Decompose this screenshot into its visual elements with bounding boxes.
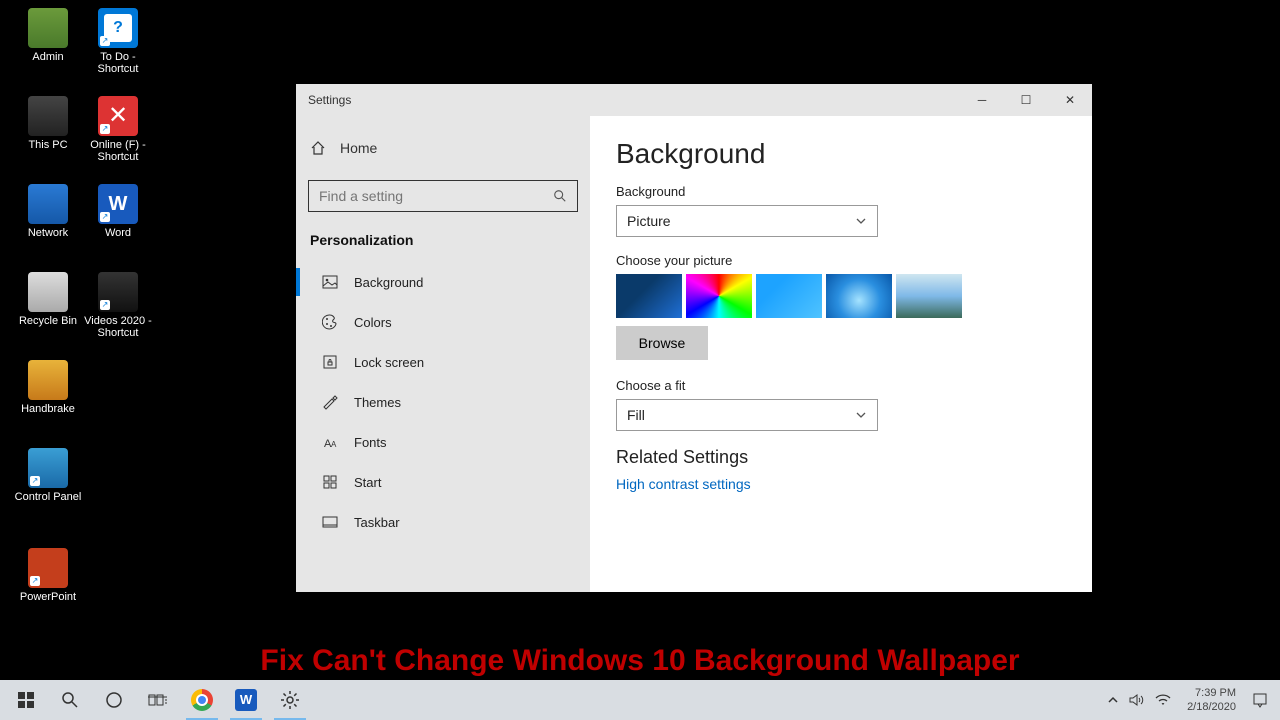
clock-date: 2/18/2020 [1187, 700, 1236, 714]
desktop-icon-network[interactable]: Network [14, 184, 82, 239]
wifi-icon[interactable] [1155, 693, 1171, 707]
notifications-icon[interactable] [1252, 692, 1268, 708]
fit-dropdown[interactable]: Fill [616, 399, 878, 431]
sidebar-item-label: Start [354, 475, 381, 490]
background-label: Background [616, 184, 1066, 199]
desktop-icon-videos[interactable]: ↗Videos 2020 - Shortcut [84, 272, 152, 339]
sidebar-items: Background Colors Lock screen Themes AA F… [308, 262, 578, 542]
cortana-button[interactable] [92, 680, 136, 720]
sidebar-item-label: Background [354, 275, 423, 290]
desktop-icon-recycle-bin[interactable]: Recycle Bin [14, 272, 82, 327]
desktop-icon-word[interactable]: W↗Word [84, 184, 152, 239]
desktop-icon-handbrake[interactable]: Handbrake [14, 360, 82, 415]
sidebar-home[interactable]: Home [308, 134, 578, 162]
search-input[interactable] [308, 180, 578, 212]
task-view-button[interactable] [136, 680, 180, 720]
search-field[interactable] [319, 188, 553, 204]
taskbar-icon [322, 514, 338, 530]
volume-icon[interactable] [1129, 693, 1145, 707]
page-title: Background [616, 138, 1066, 170]
desktop-icon-this-pc[interactable]: This PC [14, 96, 82, 151]
desktop-icon-admin[interactable]: Admin [14, 8, 82, 63]
svg-text:A: A [331, 440, 337, 449]
picture-thumb[interactable] [896, 274, 962, 318]
sidebar-home-label: Home [340, 140, 377, 156]
sidebar-item-taskbar[interactable]: Taskbar [308, 502, 578, 542]
search-button[interactable] [48, 680, 92, 720]
desktop-icon-todo[interactable]: ?↗To Do - Shortcut [84, 8, 152, 75]
palette-icon [322, 314, 338, 330]
start-icon [322, 474, 338, 490]
desktop-icon-powerpoint[interactable]: ↗PowerPoint [14, 548, 82, 603]
sidebar-item-start[interactable]: Start [308, 462, 578, 502]
minimize-button[interactable]: ─ [960, 84, 1004, 116]
taskbar-settings[interactable] [268, 680, 312, 720]
fit-value: Fill [627, 407, 645, 423]
taskbar: W 7:39 PM 2/18/2020 [0, 680, 1280, 720]
settings-content: Background Background Picture Choose you… [590, 116, 1092, 592]
sidebar-item-label: Fonts [354, 435, 387, 450]
picture-thumb[interactable] [826, 274, 892, 318]
high-contrast-link[interactable]: High contrast settings [616, 476, 1066, 492]
background-value: Picture [627, 213, 671, 229]
sidebar-item-fonts[interactable]: AA Fonts [308, 422, 578, 462]
chevron-down-icon [855, 215, 867, 227]
fit-label: Choose a fit [616, 378, 1066, 393]
lockscreen-icon [322, 354, 338, 370]
window-title: Settings [308, 93, 351, 107]
picture-thumbnails [616, 274, 1066, 318]
close-button[interactable]: ✕ [1048, 84, 1092, 116]
sidebar-item-lockscreen[interactable]: Lock screen [308, 342, 578, 382]
picture-thumb[interactable] [616, 274, 682, 318]
sidebar-item-label: Taskbar [354, 515, 400, 530]
search-icon [553, 189, 567, 203]
titlebar: Settings ─ ☐ ✕ [296, 84, 1092, 116]
sidebar-item-label: Lock screen [354, 355, 424, 370]
desktop-icon-control-panel[interactable]: ↗Control Panel [14, 448, 82, 503]
desktop-icon-online-f[interactable]: ✕↗Online (F) - Shortcut [84, 96, 152, 163]
maximize-button[interactable]: ☐ [1004, 84, 1048, 116]
taskbar-clock[interactable]: 7:39 PM 2/18/2020 [1181, 686, 1242, 714]
taskbar-chrome[interactable] [180, 680, 224, 720]
sidebar-item-background[interactable]: Background [308, 262, 578, 302]
sidebar-item-label: Colors [354, 315, 392, 330]
sidebar-item-themes[interactable]: Themes [308, 382, 578, 422]
start-button[interactable] [4, 680, 48, 720]
tray-chevron-icon[interactable] [1107, 694, 1119, 706]
settings-window: Settings ─ ☐ ✕ Home Personalization Back… [296, 84, 1092, 592]
system-tray: 7:39 PM 2/18/2020 [1107, 686, 1276, 714]
sidebar-item-colors[interactable]: Colors [308, 302, 578, 342]
taskbar-word[interactable]: W [224, 680, 268, 720]
chevron-down-icon [855, 409, 867, 421]
picture-thumb[interactable] [686, 274, 752, 318]
picture-thumb[interactable] [756, 274, 822, 318]
browse-button[interactable]: Browse [616, 326, 708, 360]
picture-icon [322, 274, 338, 290]
background-dropdown[interactable]: Picture [616, 205, 878, 237]
clock-time: 7:39 PM [1187, 686, 1236, 700]
overlay-caption: Fix Can't Change Windows 10 Background W… [0, 644, 1280, 678]
sidebar-item-label: Themes [354, 395, 401, 410]
home-icon [310, 140, 326, 156]
sidebar: Home Personalization Background Colors L… [296, 116, 590, 592]
sidebar-category: Personalization [310, 232, 578, 248]
fonts-icon: AA [322, 434, 338, 450]
related-heading: Related Settings [616, 447, 1066, 468]
themes-icon [322, 394, 338, 410]
choose-picture-label: Choose your picture [616, 253, 1066, 268]
